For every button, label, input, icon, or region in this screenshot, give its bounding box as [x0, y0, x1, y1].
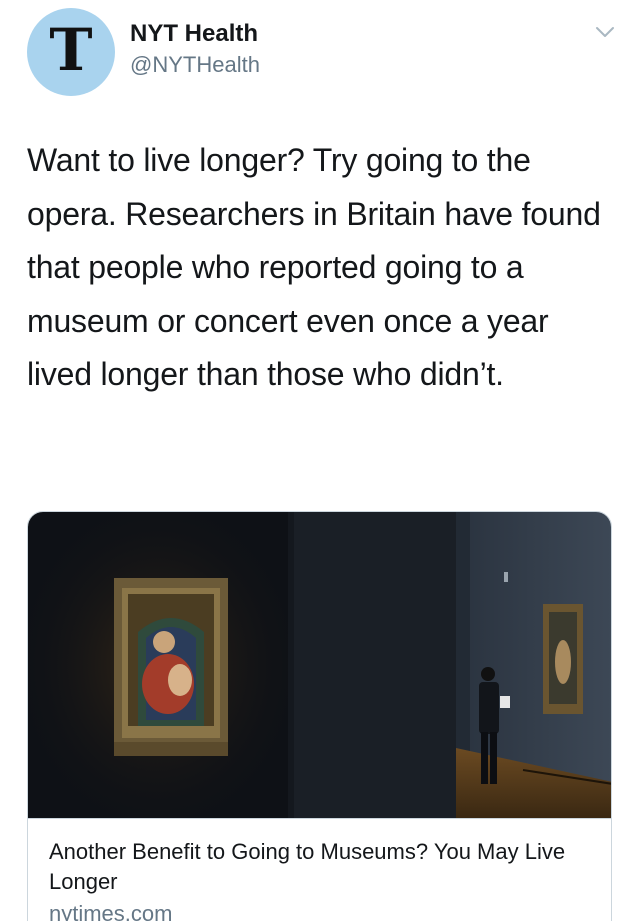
card-body: Another Benefit to Going to Museums? You…	[28, 818, 611, 921]
card-title[interactable]: Another Benefit to Going to Museums? You…	[49, 837, 593, 897]
nyt-logo-icon: T	[49, 16, 93, 84]
avatar[interactable]: T	[27, 8, 115, 96]
user-handle[interactable]: @NYTHealth	[130, 52, 260, 78]
tweet-text: Want to live longer? Try going to the op…	[27, 142, 601, 392]
link-card[interactable]: Another Benefit to Going to Museums? You…	[27, 511, 612, 921]
display-name[interactable]: NYT Health	[130, 20, 258, 48]
card-image	[28, 512, 611, 818]
tweet-header: T NYT Health @NYTHealth	[0, 0, 640, 110]
card-domain: nytimes.com	[49, 901, 173, 921]
chevron-down-icon[interactable]	[592, 22, 618, 42]
